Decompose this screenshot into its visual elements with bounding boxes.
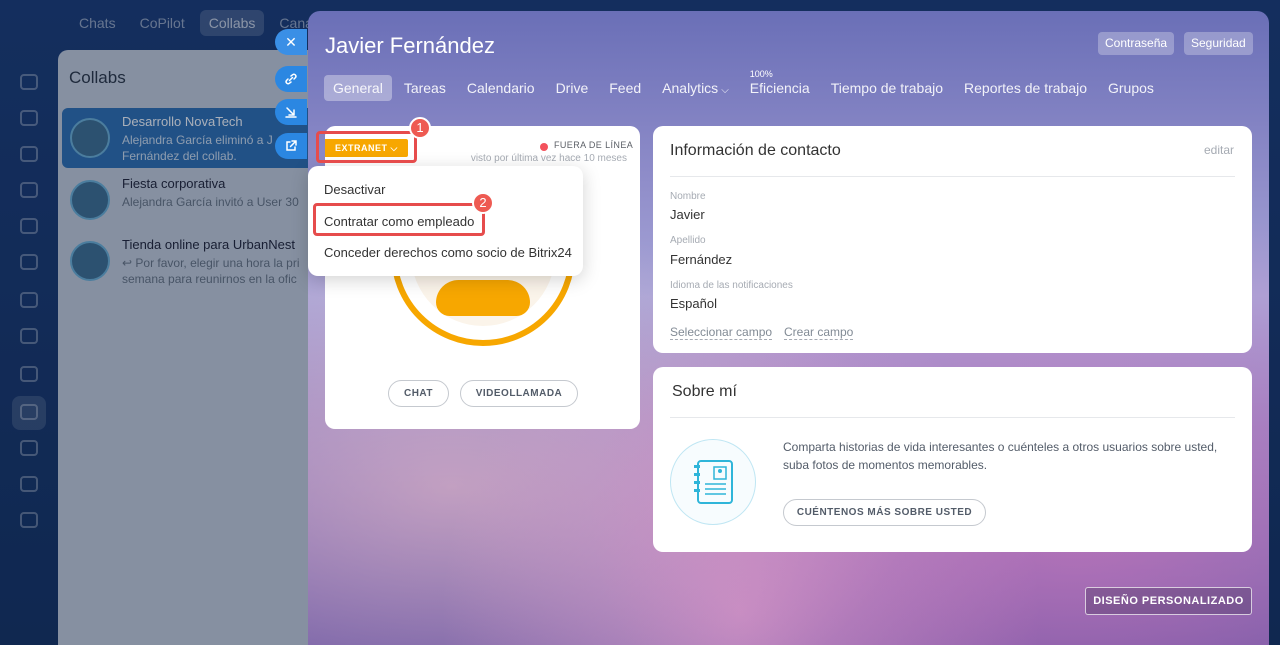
video-call-button[interactable]: VIDEOLLAMADA <box>460 380 578 407</box>
contact-info-card: Información de contacto editar Nombre Ja… <box>653 126 1252 353</box>
tab-analytics[interactable]: Analytics ⌵ <box>653 75 738 101</box>
profile-name: Javier Fernández <box>325 33 495 58</box>
create-field-link[interactable]: Crear campo <box>784 325 854 340</box>
profile-slider: Javier Fernández Contraseña Seguridad Ge… <box>308 11 1269 645</box>
about-me-title: Sobre mí <box>672 383 737 400</box>
tab-grupos[interactable]: Grupos <box>1099 75 1163 101</box>
tab-eficiencia[interactable]: 100% Eficiencia <box>741 69 819 101</box>
menu-item-deactivate[interactable]: Desactivar <box>324 182 385 197</box>
highlight-box-hire <box>313 203 485 236</box>
status-text: FUERA DE LÍNEA <box>554 140 634 150</box>
close-icon: ✕ <box>285 33 297 50</box>
select-field-link[interactable]: Seleccionar campo <box>670 325 773 340</box>
external-link-icon <box>286 140 297 151</box>
field-label: Apellido <box>670 235 706 246</box>
copy-link-button[interactable] <box>275 66 307 92</box>
minimize-button[interactable] <box>275 99 307 125</box>
menu-item-grant-partner-rights[interactable]: Conceder derechos como socio de Bitrix24 <box>324 245 572 260</box>
tab-general[interactable]: General <box>324 75 392 101</box>
efficiency-badge: 100% <box>749 69 773 79</box>
field-value-apellido: Fernández <box>670 252 733 267</box>
password-button[interactable]: Contraseña <box>1098 32 1175 55</box>
tab-reportes-de-trabajo[interactable]: Reportes de trabajo <box>955 75 1096 101</box>
edit-link[interactable]: editar <box>1204 143 1234 157</box>
tab-tareas[interactable]: Tareas <box>395 75 455 101</box>
chevron-down-icon: ⌵ <box>721 85 729 96</box>
step-callout-1: 1 <box>409 117 431 139</box>
divider <box>670 176 1235 177</box>
last-seen-text: visto por última vez hace 10 meses <box>470 153 627 164</box>
close-slider-button[interactable]: ✕ <box>275 29 307 55</box>
tab-feed[interactable]: Feed <box>600 75 650 101</box>
profile-tabs: General Tareas Calendario Drive Feed Ana… <box>324 69 1166 101</box>
download-icon <box>285 107 297 118</box>
custom-design-button[interactable]: DISEÑO PERSONALIZADO <box>1085 587 1252 615</box>
offline-status-dot <box>540 143 548 151</box>
highlight-box-extranet <box>316 131 417 163</box>
open-new-window-button[interactable] <box>275 133 307 159</box>
field-value-nombre: Javier <box>670 207 705 222</box>
link-icon <box>285 73 297 85</box>
field-value-idioma: Español <box>670 296 717 311</box>
field-label: Idioma de las notificaciones <box>670 280 793 291</box>
field-label: Nombre <box>670 191 706 202</box>
about-me-description: Comparta historias de vida interesantes … <box>783 440 1218 472</box>
security-button[interactable]: Seguridad <box>1184 32 1253 55</box>
chat-button[interactable]: CHAT <box>388 380 449 407</box>
about-me-card: Sobre mí Comparta historias de vida inte… <box>653 367 1252 552</box>
tab-tiempo-de-trabajo[interactable]: Tiempo de trabajo <box>822 75 952 101</box>
divider <box>670 417 1235 418</box>
step-callout-2: 2 <box>472 192 494 214</box>
tab-calendario[interactable]: Calendario <box>458 75 544 101</box>
tell-more-button[interactable]: CUÉNTENOS MÁS SOBRE USTED <box>783 499 986 526</box>
tab-drive[interactable]: Drive <box>547 75 598 101</box>
contact-info-title: Información de contacto <box>670 142 841 159</box>
contact-card-icon <box>670 439 756 525</box>
